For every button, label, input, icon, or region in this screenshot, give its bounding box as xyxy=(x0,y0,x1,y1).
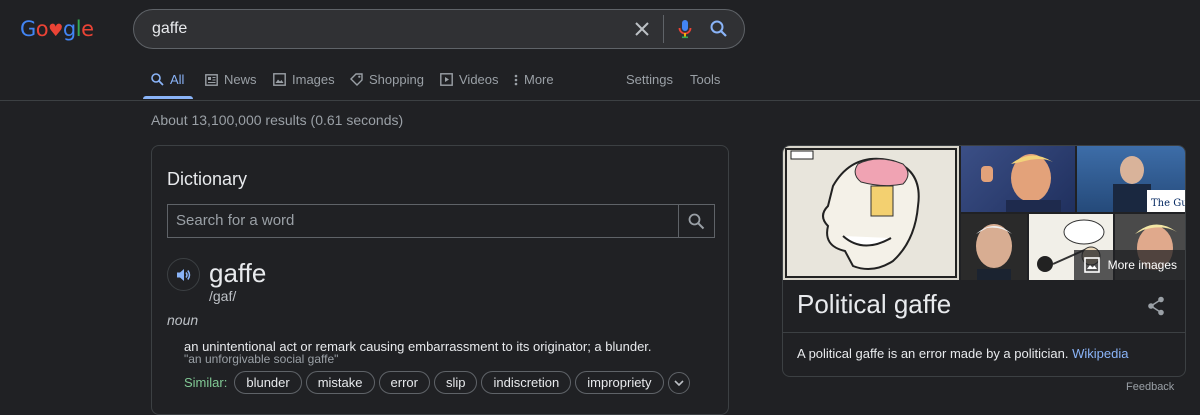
image-strip[interactable]: The Guardian More images xyxy=(783,146,1186,280)
similar-chip[interactable]: impropriety xyxy=(575,371,664,394)
more-images-label: More images xyxy=(1107,258,1177,272)
search-tabs: All News Images Shopping Videos More Set… xyxy=(0,62,1200,101)
play-icon xyxy=(440,73,453,86)
tools-link[interactable]: Tools xyxy=(690,72,720,87)
tab-images[interactable]: Images xyxy=(273,72,335,87)
search-icon xyxy=(688,213,705,229)
kp-title: Political gaffe xyxy=(797,289,952,319)
phonetic: /ɡaf/ xyxy=(209,288,237,304)
result-stats: About 13,100,000 results (0.61 seconds) xyxy=(151,112,404,128)
search-bar[interactable]: gaffe xyxy=(133,9,745,49)
cartoon-image[interactable] xyxy=(783,146,959,280)
similar-chip[interactable]: indiscretion xyxy=(481,371,572,394)
tab-label: Images xyxy=(292,72,335,87)
microphone-icon[interactable] xyxy=(674,18,696,40)
tab-news[interactable]: News xyxy=(205,72,257,87)
tab-label: Videos xyxy=(459,72,499,87)
tab-label: All xyxy=(170,72,185,87)
politician-photo[interactable]: The Guardian xyxy=(1077,146,1186,212)
wikipedia-link[interactable]: Wikipedia xyxy=(1072,346,1128,361)
svg-text:The Guardian: The Guardian xyxy=(1151,198,1186,209)
image-icon xyxy=(1083,257,1100,273)
image-icon xyxy=(273,73,286,86)
similar-chip[interactable]: slip xyxy=(433,371,478,394)
feedback-link[interactable]: Feedback xyxy=(1126,381,1174,393)
politician-photo[interactable] xyxy=(961,214,1027,280)
more-images-button[interactable]: More images xyxy=(1073,250,1185,280)
example-sentence: "an unforgivable social gaffe" xyxy=(184,352,339,366)
tab-label: More xyxy=(524,72,554,87)
tab-shopping[interactable]: Shopping xyxy=(350,72,424,87)
dictionary-search-button[interactable] xyxy=(678,205,714,237)
clear-icon[interactable] xyxy=(631,18,653,40)
tab-label: Shopping xyxy=(369,72,424,87)
dictionary-search[interactable]: Search for a word xyxy=(167,204,715,238)
dictionary-card: Dictionary Search for a word gaffe /ɡaf/… xyxy=(151,145,729,415)
similar-chip[interactable]: blunder xyxy=(234,371,302,394)
settings-link[interactable]: Settings xyxy=(626,72,673,87)
share-icon[interactable] xyxy=(1147,296,1165,319)
active-tab-indicator xyxy=(143,96,193,99)
tab-all[interactable]: All xyxy=(151,72,184,87)
search-input[interactable]: gaffe xyxy=(134,20,631,38)
more-vert-icon xyxy=(514,74,518,85)
search-icon xyxy=(151,73,164,86)
speaker-icon xyxy=(176,268,190,281)
similar-words: Similar: blunder mistake error slip indi… xyxy=(184,371,690,394)
settings-label: Settings xyxy=(626,72,673,87)
kp-description: A political gaffe is an error made by a … xyxy=(797,346,1128,361)
kp-description-text: A political gaffe is an error made by a … xyxy=(797,346,1069,361)
politician-photo[interactable] xyxy=(961,146,1075,212)
pronunciation-button[interactable] xyxy=(167,258,200,291)
tools-label: Tools xyxy=(690,72,721,87)
search-icon[interactable] xyxy=(708,18,730,40)
headword: gaffe xyxy=(209,258,267,288)
part-of-speech: noun xyxy=(167,312,199,328)
dictionary-title: Dictionary xyxy=(167,169,248,189)
tab-more[interactable]: More xyxy=(514,72,554,87)
similar-label: Similar: xyxy=(184,375,228,390)
knowledge-panel: The Guardian More images Political gaffe… xyxy=(782,145,1186,377)
similar-chip[interactable]: mistake xyxy=(305,371,375,394)
dictionary-search-input[interactable]: Search for a word xyxy=(168,205,678,237)
google-logo[interactable]: Go ♥ g l e xyxy=(20,17,94,43)
news-icon xyxy=(205,73,218,86)
chevron-down-icon[interactable] xyxy=(667,371,690,394)
kp-divider xyxy=(783,332,1185,333)
tab-videos[interactable]: Videos xyxy=(440,72,499,87)
search-divider xyxy=(663,15,664,43)
tab-label: News xyxy=(224,72,257,87)
similar-chip[interactable]: error xyxy=(378,371,430,394)
tag-icon xyxy=(350,73,363,86)
